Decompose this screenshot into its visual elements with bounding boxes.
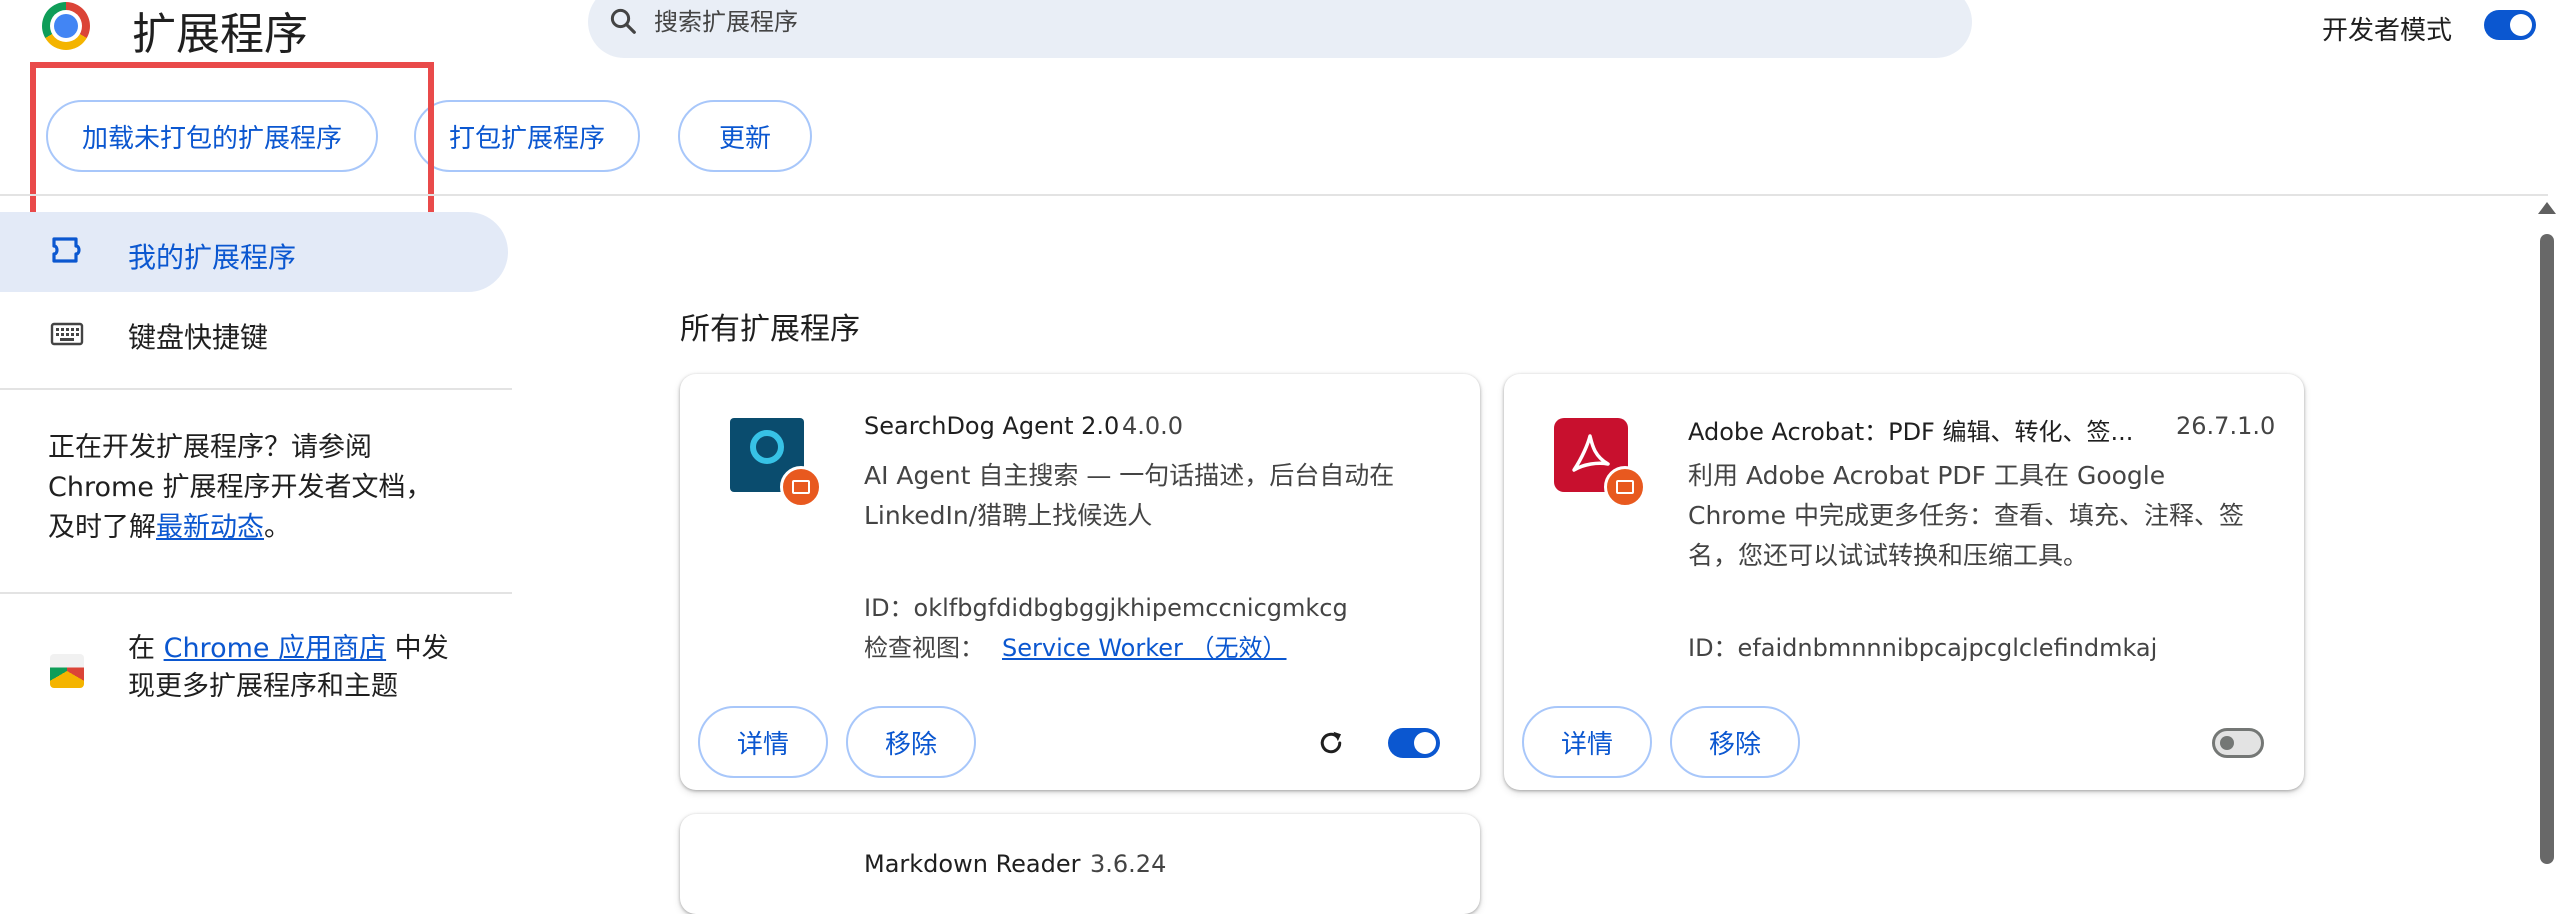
extension-name: SearchDog Agent 2.0: [864, 412, 1120, 440]
sidebar-item-label[interactable]: 我的扩展程序: [128, 236, 296, 276]
remove-button[interactable]: 移除: [846, 706, 976, 778]
scroll-up-arrow-icon[interactable]: [2538, 202, 2556, 214]
page-title: 扩展程序: [132, 9, 308, 60]
extension-icon: [52, 237, 81, 263]
extension-version: 4.0.0: [1122, 412, 1184, 440]
chrome-logo-icon: [42, 2, 90, 50]
extension-enable-toggle[interactable]: [1388, 728, 1440, 758]
keyboard-icon: [50, 322, 84, 346]
latest-news-link[interactable]: 最新动态: [156, 512, 264, 543]
update-button[interactable]: 更新: [678, 100, 812, 172]
remove-button[interactable]: 移除: [1670, 706, 1800, 778]
developer-mode-label: 开发者模式: [2322, 16, 2453, 46]
sidebar-divider: [0, 592, 512, 594]
annotation-highlight-box: [30, 62, 434, 234]
sidebar-item-keyboard-shortcuts[interactable]: 键盘快捷键: [128, 316, 268, 356]
chrome-web-store-icon: [50, 654, 84, 688]
web-store-note: 在 Chrome 应用商店 中发现更多扩展程序和主题: [128, 630, 468, 706]
extension-id: ID：efaidnbmnnnibpcajpcglclefindmkaj: [1688, 634, 2158, 662]
extension-name: Adobe Acrobat：PDF 编辑、转化、签...: [1688, 418, 2134, 446]
chrome-web-store-link[interactable]: Chrome 应用商店: [164, 633, 387, 664]
developer-docs-note: 正在开发扩展程序？请参阅 Chrome 扩展程序开发者文档，及时了解最新动态。: [48, 428, 448, 548]
details-button[interactable]: 详情: [1522, 706, 1652, 778]
developer-mode-toggle[interactable]: [2484, 10, 2536, 40]
extension-version: 26.7.1.0: [2176, 412, 2276, 440]
section-title: 所有扩展程序: [680, 312, 860, 347]
extension-description: AI Agent 自主搜索 — 一句话描述，后台自动在 LinkedIn/猎聘上…: [864, 461, 1395, 530]
search-icon: [610, 8, 636, 34]
details-button[interactable]: 详情: [698, 706, 828, 778]
extension-enable-toggle[interactable]: [2212, 728, 2264, 758]
scrollbar-thumb[interactable]: [2540, 234, 2554, 864]
extension-id: ID：oklfbgfdidbgbggjkhipemccnicgmkcg: [864, 594, 1348, 622]
extension-name: Markdown Reader: [864, 850, 1081, 878]
pack-extension-button[interactable]: 打包扩展程序: [414, 100, 640, 172]
managed-badge-icon: [1604, 466, 1646, 508]
reload-icon[interactable]: [1316, 728, 1346, 758]
sidebar-divider: [0, 388, 512, 390]
toolbar-divider: [0, 194, 2548, 196]
developer-docs-suffix: 。: [264, 512, 291, 543]
service-worker-link[interactable]: Service Worker （无效）: [1002, 628, 1287, 663]
web-store-prefix: 在: [128, 633, 164, 664]
search-input[interactable]: [654, 8, 1854, 36]
inspect-views-label: 检查视图：: [864, 634, 984, 662]
managed-badge-icon: [780, 466, 822, 508]
extension-description: 利用 Adobe Acrobat PDF 工具在 Google Chrome 中…: [1688, 461, 2245, 570]
extension-version: 3.6.24: [1090, 850, 1167, 878]
